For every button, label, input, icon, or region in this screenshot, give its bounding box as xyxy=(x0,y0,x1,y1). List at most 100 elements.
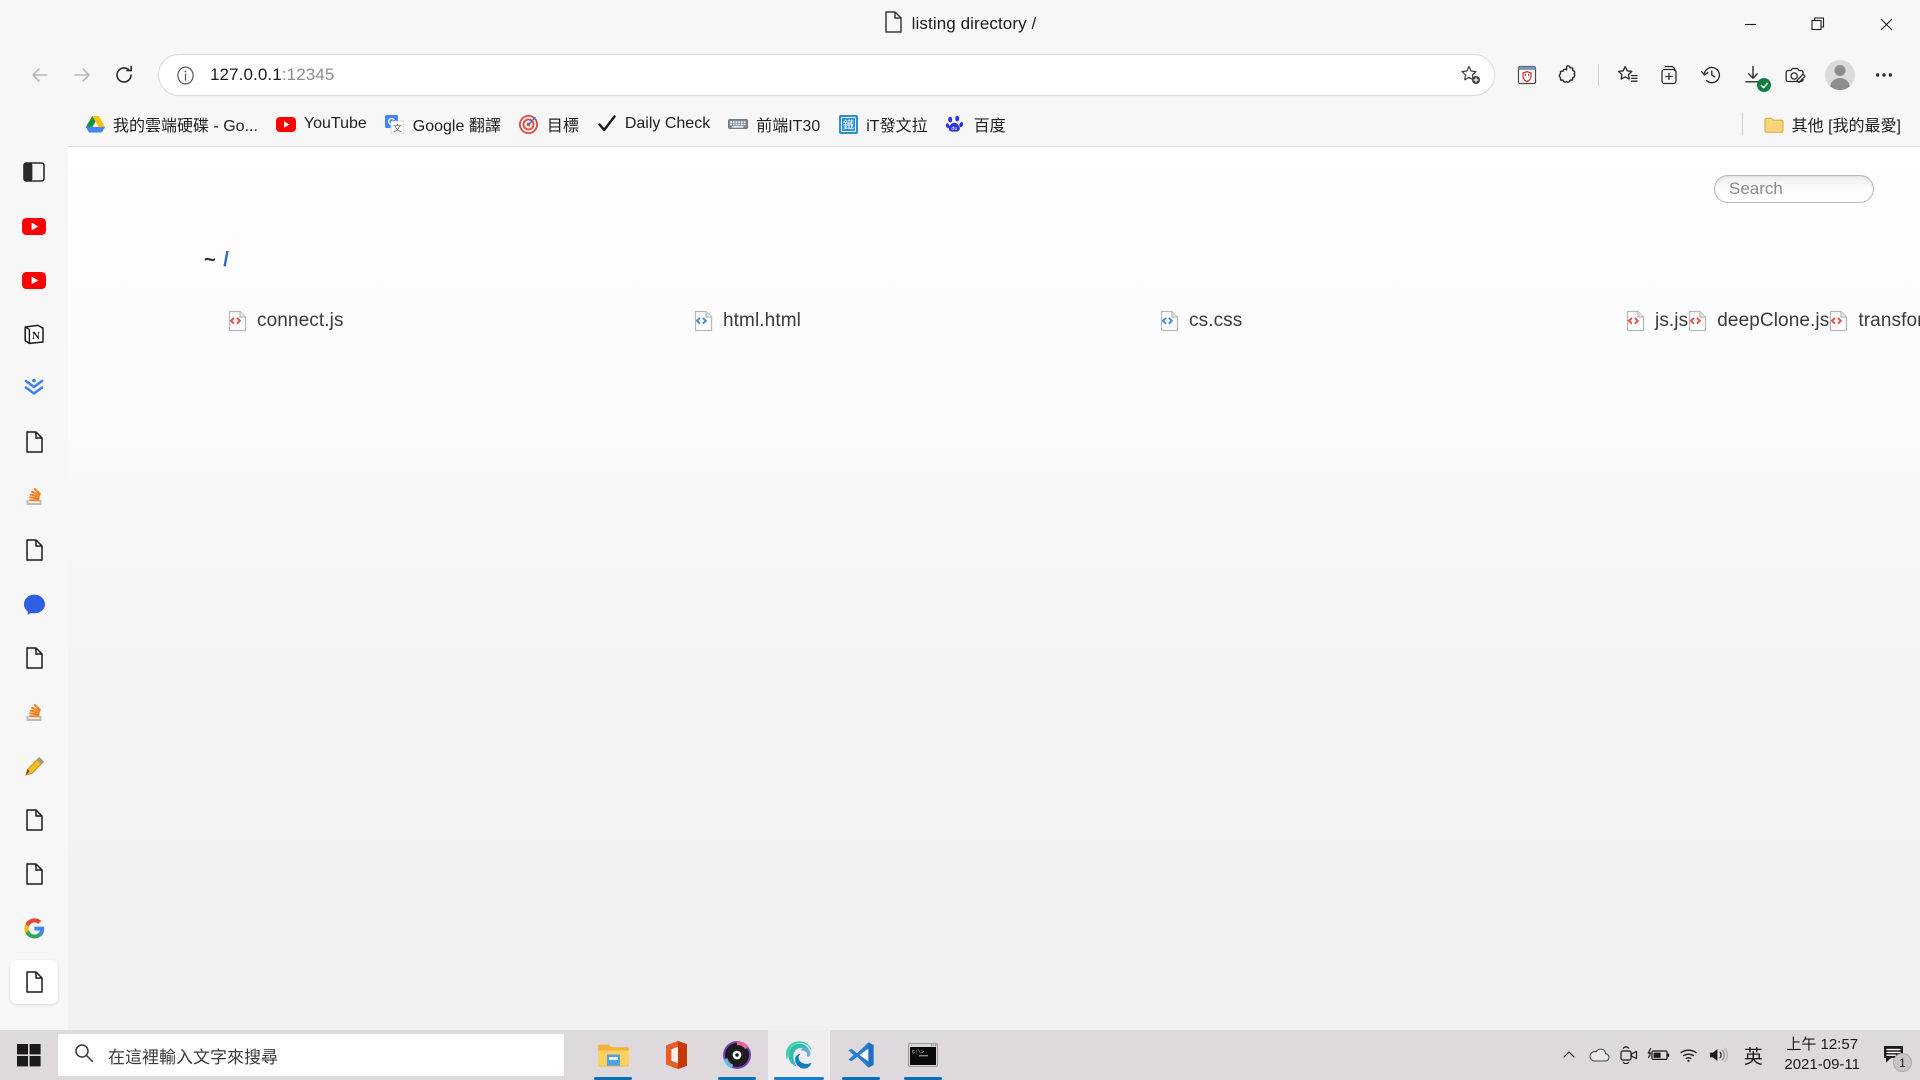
ime-indicator[interactable]: 英 xyxy=(1734,1030,1772,1080)
onedrive-icon[interactable] xyxy=(1584,1030,1614,1080)
history-icon[interactable] xyxy=(1692,55,1732,95)
sidebar-tab-document[interactable] xyxy=(10,798,58,842)
sidebar-tab-youtube[interactable] xyxy=(10,204,58,248)
sidebar-tab-youtube[interactable] xyxy=(10,258,58,302)
file-name: js.js xyxy=(1655,309,1689,331)
file-item[interactable]: html.html xyxy=(694,299,801,342)
bookmark-youtube[interactable]: YouTube xyxy=(267,109,376,139)
checkmark-icon xyxy=(597,114,617,134)
search-input[interactable] xyxy=(1714,175,1874,203)
sidebar-tab-stackoverflow[interactable] xyxy=(10,474,58,518)
address-bar[interactable]: 127.0.0.1:12345 xyxy=(158,54,1495,96)
target-icon xyxy=(519,114,539,134)
tab-actions-menu-button[interactable] xyxy=(10,150,58,194)
taskbar-app-buttons: C:\> xyxy=(582,1030,954,1080)
code-file-red-icon xyxy=(228,310,247,332)
google-translate-icon: G 文 xyxy=(385,114,405,134)
bookmark-folder-other[interactable]: 其他 [我的最愛] xyxy=(1755,107,1910,141)
taskbar-visual-studio-code[interactable] xyxy=(830,1030,892,1080)
extension-shield-icon[interactable] xyxy=(1507,55,1547,95)
sidebar-tab-editor[interactable] xyxy=(10,744,58,788)
taskbar-search-box[interactable]: 在這裡輸入文字來搜尋 xyxy=(58,1034,564,1076)
url-text[interactable]: 127.0.0.1:12345 xyxy=(199,65,1454,85)
bookmark-ithome[interactable]: 鐵 iT發文拉 xyxy=(829,107,936,141)
file-item[interactable]: transform.js xyxy=(1829,299,1920,342)
window-controls xyxy=(1716,0,1920,48)
page-viewport: ~ / connect.js xyxy=(68,146,1920,1030)
breadcrumb-home[interactable]: ~ xyxy=(204,249,217,271)
settings-and-more-icon[interactable] xyxy=(1864,55,1904,95)
bookmark-google-drive[interactable]: 我的雲端硬碟 - Go... xyxy=(76,107,267,141)
file-name: transform.js xyxy=(1858,309,1920,331)
file-item[interactable]: connect.js xyxy=(228,299,344,342)
taskbar-command-prompt[interactable]: C:\> xyxy=(892,1030,954,1080)
google-drive-icon xyxy=(85,114,105,134)
sidebar-tab-messenger[interactable] xyxy=(10,582,58,626)
file-item[interactable]: cs.css xyxy=(1160,299,1242,342)
show-hidden-icons-button[interactable] xyxy=(1554,1030,1584,1080)
taskbar-microsoft-office[interactable] xyxy=(644,1030,706,1080)
favorites-icon[interactable] xyxy=(1608,55,1648,95)
clock[interactable]: 上午 12:57 2021-09-11 xyxy=(1772,1030,1872,1080)
content-region: N Search ~ / connect.js html.html cs.css… xyxy=(0,146,1920,1030)
bookmark-baidu[interactable]: du 百度 xyxy=(937,107,1015,141)
bookmark-daily-check[interactable]: Daily Check xyxy=(588,109,719,139)
file-item[interactable]: deepClone.js xyxy=(1688,299,1829,342)
add-favorite-icon[interactable] xyxy=(1454,59,1486,91)
volume-icon[interactable] xyxy=(1704,1030,1734,1080)
download-complete-badge xyxy=(1757,78,1771,92)
keyboard-icon xyxy=(728,114,749,134)
bookmark-label: 我的雲端硬碟 - Go... xyxy=(113,118,258,135)
sidebar-tab-downloads-site[interactable] xyxy=(10,366,58,410)
bookmark-frontend-it30[interactable]: 前端IT30 xyxy=(719,107,829,141)
notification-count-badge: 1 xyxy=(1893,1053,1912,1072)
bookmark-label: 百度 xyxy=(973,118,1006,135)
minimize-button[interactable] xyxy=(1716,0,1784,48)
bookmark-label: Google 翻譯 xyxy=(412,118,501,135)
bookmark-label: 前端IT30 xyxy=(756,118,821,135)
profile-button[interactable] xyxy=(1818,53,1862,97)
maximize-button[interactable] xyxy=(1784,0,1852,48)
svg-text:du: du xyxy=(951,126,957,132)
bookmark-label: YouTube xyxy=(303,115,367,132)
windows-taskbar: 在這裡輸入文字來搜尋 C:\> 英 上午 12:57 2021-09-11 1 xyxy=(0,1030,1920,1080)
sidebar-tab-notion[interactable]: N xyxy=(10,312,58,356)
sidebar-tab-stackoverflow[interactable] xyxy=(10,690,58,734)
close-button[interactable] xyxy=(1852,0,1920,48)
taskbar-media-player[interactable] xyxy=(706,1030,768,1080)
sidebar-tab-document[interactable] xyxy=(10,852,58,896)
bookmark-google-translate[interactable]: G 文 Google 翻譯 xyxy=(376,107,510,141)
back-button[interactable] xyxy=(20,55,60,95)
breadcrumb: ~ / xyxy=(204,249,230,272)
code-file-red-icon xyxy=(1829,310,1848,332)
system-tray: 英 上午 12:57 2021-09-11 1 xyxy=(1554,1030,1920,1080)
sidebar-tab-document[interactable] xyxy=(10,636,58,680)
battery-icon[interactable] xyxy=(1644,1030,1674,1080)
bookmarks-divider xyxy=(1741,113,1743,135)
search-icon xyxy=(74,1043,94,1068)
sidebar-tab-listing-directory[interactable] xyxy=(10,960,58,1004)
collections-icon[interactable] xyxy=(1650,55,1690,95)
sidebar-tab-document[interactable] xyxy=(10,420,58,464)
camera-icon[interactable] xyxy=(1614,1030,1644,1080)
code-file-blue-icon xyxy=(694,310,713,332)
file-item[interactable]: js.js xyxy=(1626,299,1688,342)
site-information-icon[interactable] xyxy=(171,61,199,89)
forward-button[interactable] xyxy=(62,55,102,95)
taskbar-file-explorer[interactable] xyxy=(582,1030,644,1080)
downloads-icon[interactable] xyxy=(1734,55,1774,95)
refresh-button[interactable] xyxy=(104,55,144,95)
breadcrumb-separator: / xyxy=(223,249,230,271)
web-capture-icon[interactable] xyxy=(1776,55,1816,95)
title-bar: listing directory / xyxy=(0,0,1920,48)
start-button[interactable] xyxy=(0,1030,58,1080)
bookmark-target[interactable]: 目標 xyxy=(510,107,588,141)
taskbar-search-placeholder: 在這裡輸入文字來搜尋 xyxy=(108,1047,278,1067)
sidebar-tab-google[interactable] xyxy=(10,906,58,950)
notification-center-button[interactable]: 1 xyxy=(1872,1030,1916,1080)
taskbar-microsoft-edge[interactable] xyxy=(768,1030,830,1080)
sidebar-tab-document[interactable] xyxy=(10,528,58,572)
url-port: :12345 xyxy=(281,65,335,84)
extensions-puzzle-icon[interactable] xyxy=(1549,55,1589,95)
wifi-icon[interactable] xyxy=(1674,1030,1704,1080)
